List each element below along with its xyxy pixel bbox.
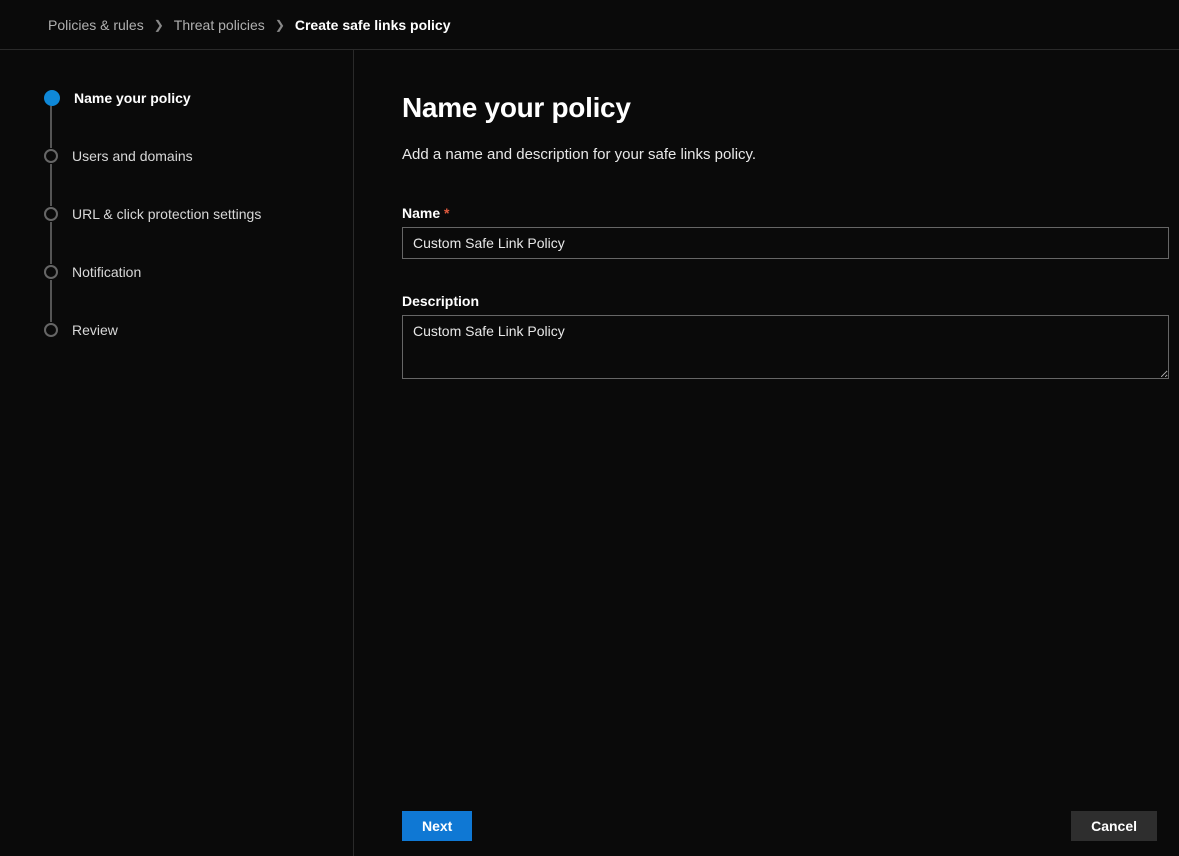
step-indicator-icon — [44, 90, 60, 106]
step-name-your-policy[interactable]: Name your policy — [44, 90, 353, 106]
required-marker: * — [444, 205, 449, 221]
cancel-button[interactable]: Cancel — [1071, 811, 1157, 841]
name-label: Name * — [402, 205, 1169, 221]
step-connector — [50, 222, 52, 264]
step-label: Review — [72, 322, 118, 338]
wizard-footer: Next Cancel — [354, 796, 1179, 856]
step-indicator-icon — [44, 265, 58, 279]
wizard-content: Name your policy Add a name and descript… — [354, 50, 1179, 856]
step-connector — [50, 106, 52, 148]
page-subtitle: Add a name and description for your safe… — [402, 146, 1169, 163]
step-label: Name your policy — [74, 90, 191, 106]
breadcrumb-item-current: Create safe links policy — [295, 17, 451, 33]
step-indicator-icon — [44, 323, 58, 337]
wizard-stepper: Name your policy Users and domains URL &… — [0, 50, 354, 856]
field-group-description: Description Custom Safe Link Policy — [402, 293, 1169, 384]
breadcrumb-item-policies-rules[interactable]: Policies & rules — [48, 17, 144, 33]
step-url-click-protection[interactable]: URL & click protection settings — [44, 206, 353, 222]
description-label: Description — [402, 293, 1169, 309]
step-notification[interactable]: Notification — [44, 264, 353, 280]
step-connector — [50, 280, 52, 322]
chevron-right-icon: ❯ — [275, 18, 285, 32]
description-textarea[interactable]: Custom Safe Link Policy — [402, 315, 1169, 379]
step-indicator-icon — [44, 207, 58, 221]
step-label: URL & click protection settings — [72, 206, 261, 222]
name-input[interactable] — [402, 227, 1169, 259]
breadcrumb-item-threat-policies[interactable]: Threat policies — [174, 17, 265, 33]
step-connector — [50, 164, 52, 206]
step-users-and-domains[interactable]: Users and domains — [44, 148, 353, 164]
next-button[interactable]: Next — [402, 811, 472, 841]
field-group-name: Name * — [402, 205, 1169, 259]
step-label: Users and domains — [72, 148, 193, 164]
chevron-right-icon: ❯ — [154, 18, 164, 32]
breadcrumb: Policies & rules ❯ Threat policies ❯ Cre… — [0, 0, 1179, 50]
page-title: Name your policy — [402, 92, 1169, 124]
name-label-text: Name — [402, 205, 440, 221]
step-indicator-icon — [44, 149, 58, 163]
step-label: Notification — [72, 264, 141, 280]
step-review[interactable]: Review — [44, 322, 353, 338]
